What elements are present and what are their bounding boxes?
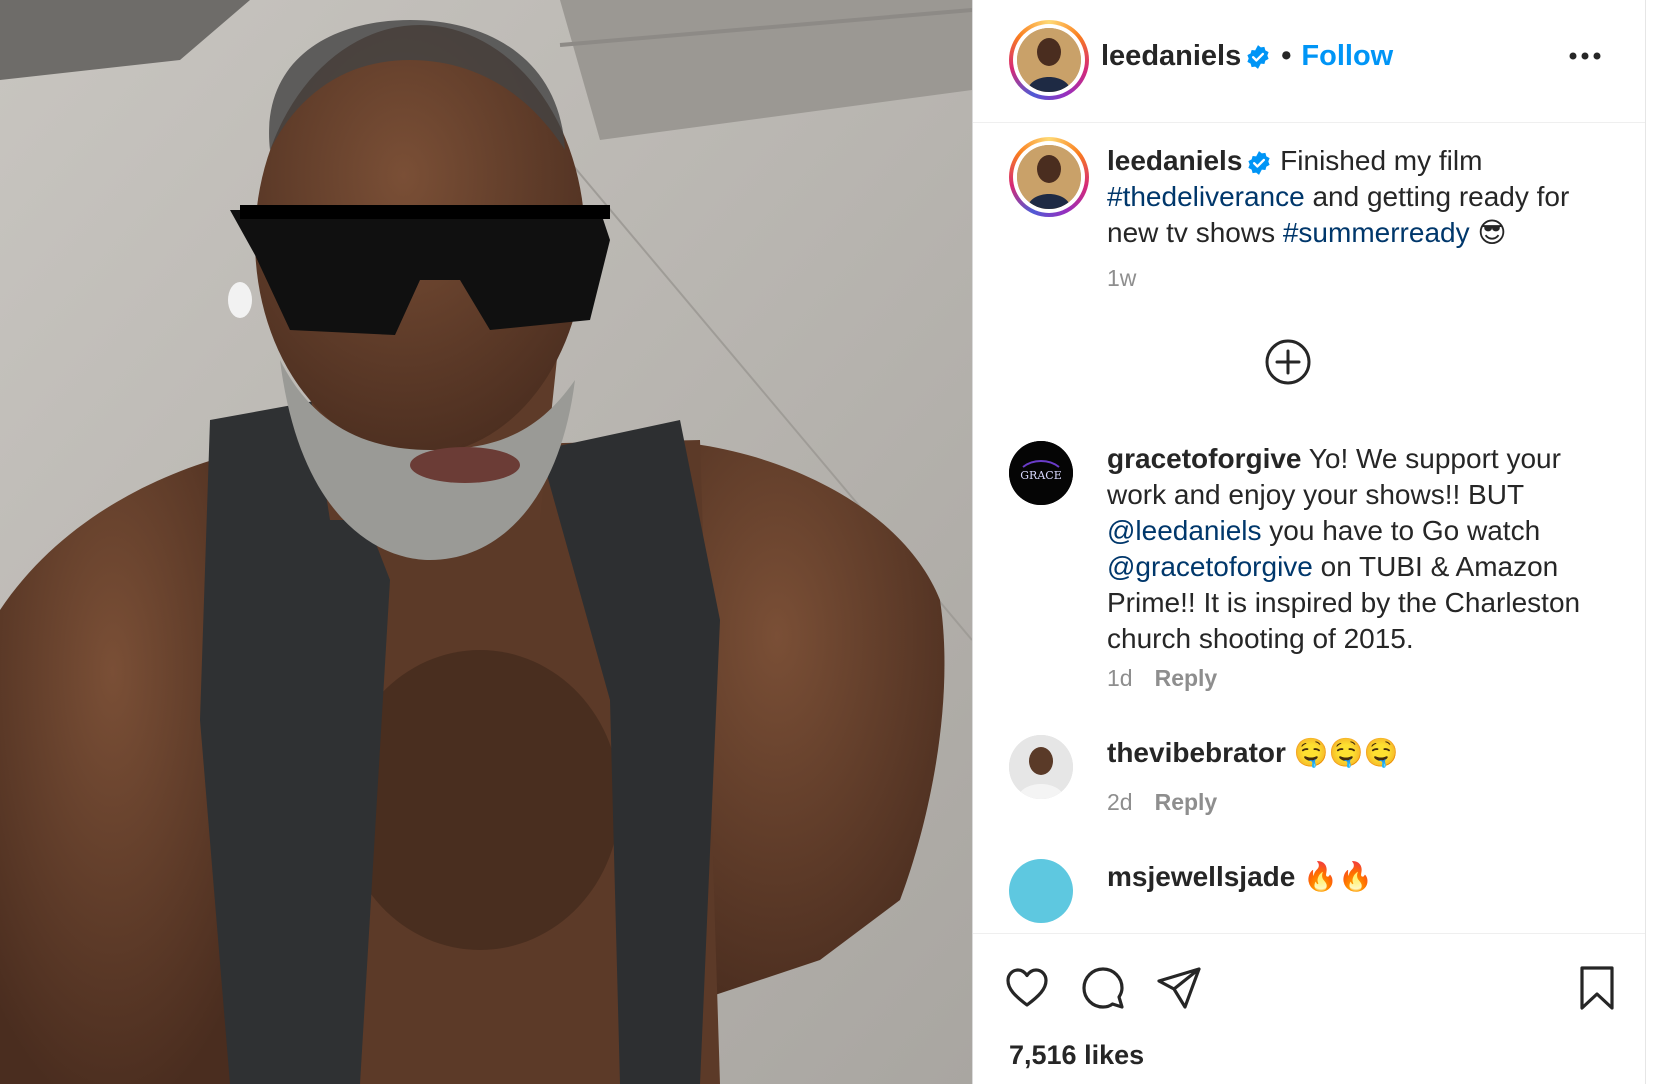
post-photo-illustration [0, 0, 972, 1084]
hashtag-link[interactable]: #thedeliverance [1107, 181, 1305, 212]
comment-text: thevibebrator 🤤🤤🤤 [1107, 735, 1607, 771]
comment-text: msjewellsjade 🔥🔥 [1107, 859, 1607, 895]
caption-emoji: 😎 [1477, 217, 1507, 248]
comment-avatar[interactable] [1009, 735, 1073, 799]
mention-link[interactable]: @leedaniels [1107, 515, 1262, 546]
comment-avatar-image [1009, 735, 1073, 799]
header-user-line: leedaniels • Follow [1101, 40, 1393, 73]
comment-text-1: 🔥🔥 [1295, 861, 1373, 892]
post-actions: 7,516 likes [973, 933, 1656, 1085]
follow-button[interactable]: Follow [1301, 40, 1393, 72]
post-photo[interactable] [0, 0, 972, 1084]
caption-text: leedaniels Finished my film #thedelivera… [1107, 143, 1607, 251]
verified-badge-icon [1248, 150, 1271, 175]
comment-avatar[interactable] [1009, 859, 1073, 923]
caption-username[interactable]: leedaniels [1107, 145, 1242, 176]
verified-badge-icon [1247, 45, 1269, 70]
comment-avatar[interactable]: GRACE [1009, 441, 1073, 505]
comment-time: 1d [1107, 665, 1133, 691]
comment-meta: 1d Reply [1107, 665, 1217, 692]
paper-plane-icon[interactable] [1155, 964, 1203, 1012]
author-avatar[interactable] [1009, 20, 1089, 100]
caption-time: 1w [1107, 265, 1137, 291]
comment-row: GRACE gracetoforgive Yo! We support your… [973, 439, 1656, 699]
avatar-logo-text: GRACE [1020, 469, 1061, 482]
comment-username[interactable]: thevibebrator [1107, 737, 1286, 768]
comment-row: msjewellsjade 🔥🔥 [973, 859, 1656, 933]
comment-bubble-icon[interactable] [1079, 964, 1127, 1012]
caption-row: leedaniels Finished my film #thedelivera… [973, 137, 1656, 307]
comments-list[interactable]: leedaniels Finished my film #thedelivera… [973, 123, 1656, 933]
reply-button[interactable]: Reply [1155, 665, 1218, 691]
hashtag-link[interactable]: #summerready [1283, 217, 1470, 248]
comment-username[interactable]: msjewellsjade [1107, 861, 1295, 892]
comment-text-1: 🤤🤤🤤 [1285, 737, 1399, 768]
reply-button[interactable]: Reply [1155, 789, 1218, 815]
comment-row: thevibebrator 🤤🤤🤤 2d Reply [973, 735, 1656, 845]
mention-link[interactable]: @gracetoforgive [1107, 551, 1313, 582]
more-options-icon[interactable] [1565, 44, 1605, 68]
caption-avatar-image [1017, 145, 1081, 209]
caption-avatar[interactable] [1009, 137, 1089, 217]
post-header: leedaniels • Follow [973, 0, 1656, 123]
comment-text: gracetoforgive Yo! We support your work … [1107, 441, 1607, 657]
heart-icon[interactable] [1003, 964, 1051, 1012]
comment-username[interactable]: gracetoforgive [1107, 443, 1302, 474]
comment-text-2: you have to Go watch [1261, 515, 1541, 546]
author-username[interactable]: leedaniels [1101, 40, 1241, 72]
comment-meta: 2d Reply [1107, 789, 1217, 816]
comment-avatar-image: GRACE [1009, 441, 1073, 505]
bookmark-icon[interactable] [1573, 964, 1621, 1012]
caption-text-1: Finished my film [1272, 145, 1483, 176]
post-details-panel: leedaniels • Follow leedaniels Finished … [972, 0, 1656, 1084]
comment-time: 2d [1107, 789, 1133, 815]
separator-dot: • [1281, 40, 1292, 72]
author-avatar-image [1017, 28, 1081, 92]
likes-count[interactable]: 7,516 likes [1009, 1040, 1144, 1071]
page-edge [1645, 0, 1656, 1084]
add-comment-circle-icon[interactable] [1263, 337, 1313, 387]
